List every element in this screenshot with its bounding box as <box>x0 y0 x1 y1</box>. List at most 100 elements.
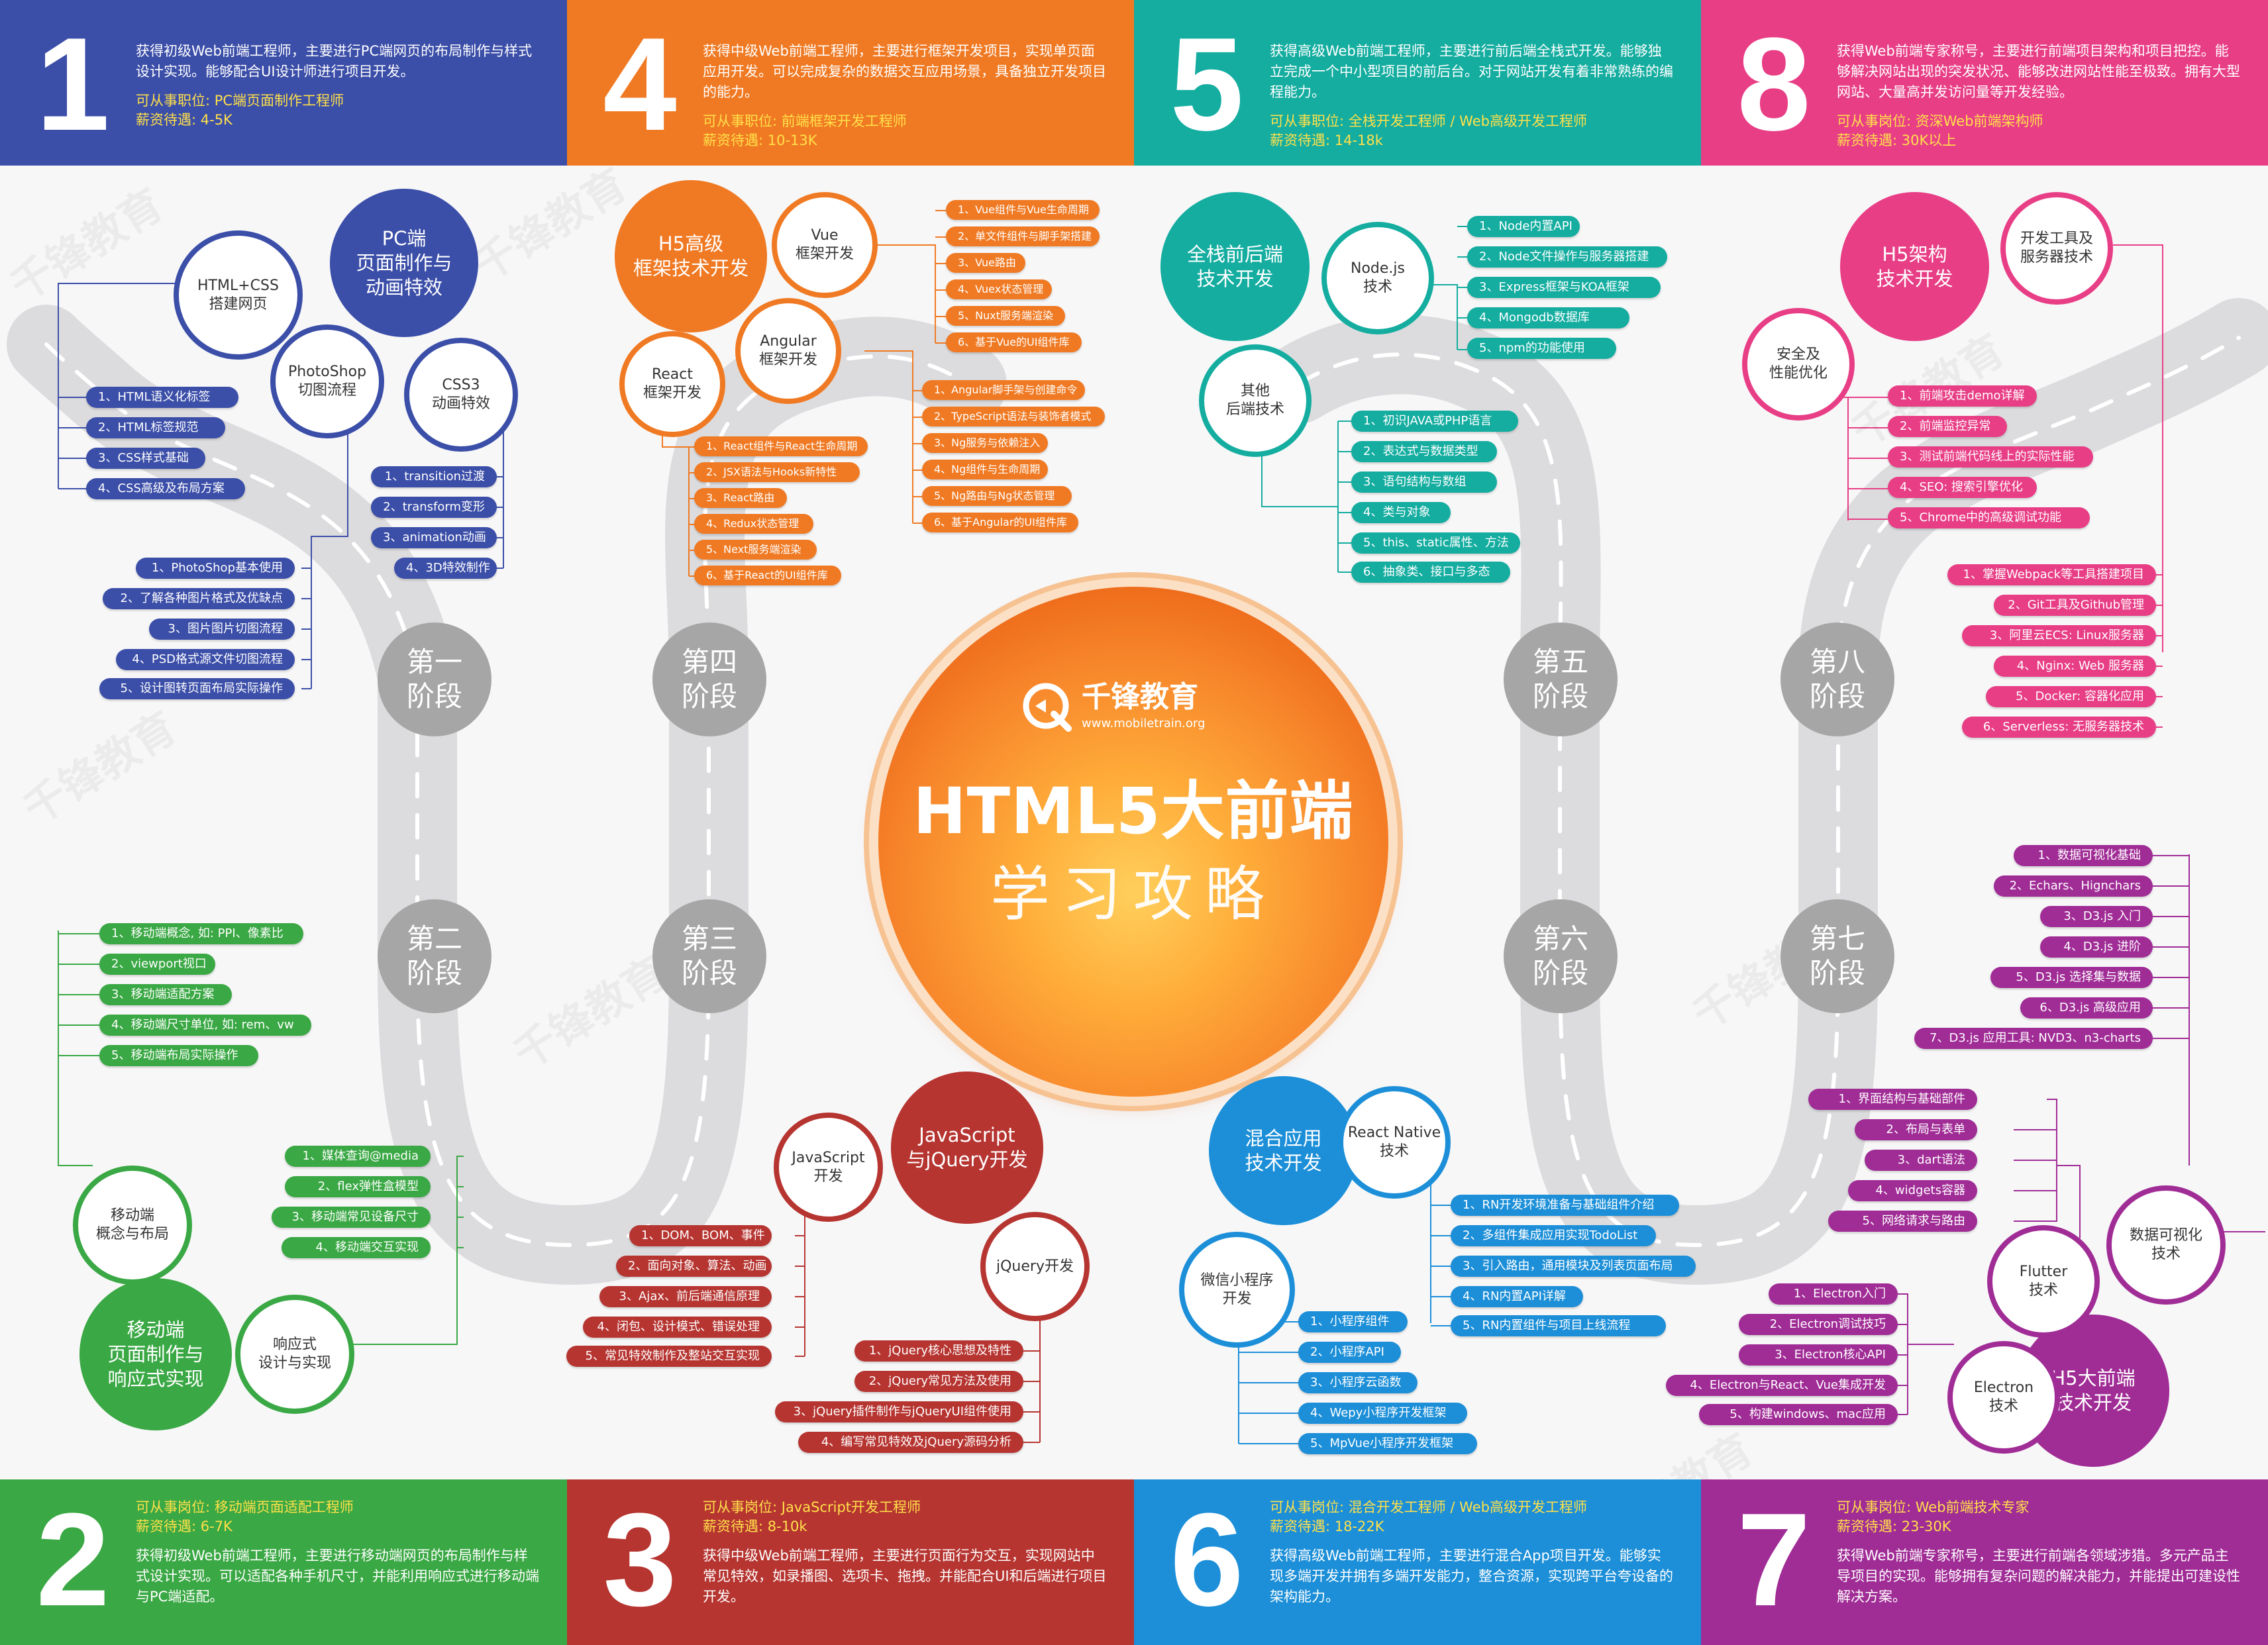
list-item: 2、Echars、Hignchars <box>1994 875 2153 897</box>
list-item: 2、布局与表单 <box>1855 1119 1977 1140</box>
g3-javascript-topic: JavaScript 开发 <box>774 1113 883 1222</box>
list-item: 3、React路由 <box>694 488 787 508</box>
list-item: 5、网络请求与路由 <box>1828 1211 1977 1232</box>
list-item: 3、Vue路由 <box>946 253 1025 273</box>
list-item: 3、Ng服务与依赖注入 <box>922 433 1048 453</box>
panel-job: 可从事职位: PC端页面制作工程师 <box>136 93 344 109</box>
panel-description: 获得中级Web前端工程师，主要进行页面行为交互，实现网站中常见特效，如录播图、选… <box>703 1548 1107 1605</box>
panel-description: 获得Web前端专家称号，主要进行前端各领域涉猎。多元产品主导项目的实现。能够拥有… <box>1837 1548 2240 1605</box>
list-item: 4、移动端尺寸单位, 如: rem、vw <box>99 1015 311 1036</box>
center-title-badge: 千锋教育 www.mobiletrain.org HTML5大前端 学习攻略 <box>878 587 1388 1097</box>
list-item: 2、Node文件操作与服务器搭建 <box>1467 246 1667 268</box>
list-item: 3、Electron核心API <box>1739 1344 1898 1366</box>
list-item: 1、HTML语义化标签 <box>86 387 238 408</box>
list-item: 3、语句结构与数组 <box>1351 472 1497 493</box>
g6-main-topic: 混合应用 技术开发 <box>1209 1076 1358 1225</box>
list-item: 1、掌握Webpack等工具搭建项目 <box>1947 564 2156 585</box>
panel-job: 可从事岗位: 混合开发工程师 / Web高级开发工程师 <box>1270 1499 1587 1515</box>
panel-job: 可从事职位: 全栈开发工程师 / Web高级开发工程师 <box>1270 113 1587 129</box>
list-item: 6、Serverless: 无服务器技术 <box>1962 717 2156 738</box>
list-item: 1、transition过渡 <box>371 466 497 487</box>
list-item: 7、D3.js 应用工具: NVD3、n3-charts <box>1914 1028 2153 1049</box>
list-item: 4、CSS高级及布局方案 <box>86 478 245 499</box>
panel-salary: 薪资待遇: 30K以上 <box>1837 132 1957 148</box>
list-item: 2、transform变形 <box>371 497 497 518</box>
panel-salary: 薪资待遇: 4-5K <box>136 112 232 128</box>
panel-job: 可从事岗位: 资深Web前端架构师 <box>1837 113 2043 129</box>
list-item: 1、媒体查询@media <box>285 1146 431 1167</box>
list-item: 4、PSD格式源文件切图流程 <box>116 649 295 670</box>
list-item: 6、基于Angular的UI组件库 <box>922 513 1078 532</box>
list-item: 3、引入路由，通用模块及列表页面布局 <box>1451 1256 1696 1277</box>
brand-name: 千锋教育 <box>1082 680 1198 714</box>
main-subtitle: 学习攻略 <box>990 860 1276 929</box>
list-item: 6、抽象类、接口与多态 <box>1351 562 1510 583</box>
list-item: 5、常见特效制作及整站交互实现 <box>566 1346 772 1367</box>
list-item: 4、D3.js 进阶 <box>2040 936 2153 958</box>
list-item: 2、jQuery常见方法及使用 <box>854 1371 1023 1392</box>
panel-stage-1: 1 获得初级Web前端工程师，主要进行PC端网页的布局制作与样式设计实现。能够配… <box>0 0 567 166</box>
list-item: 5、Docker: 容器化应用 <box>1986 686 2156 707</box>
list-item: 5、Nuxt服务端渲染 <box>946 306 1065 326</box>
list-item: 5、构建windows、mac应用 <box>1699 1404 1898 1425</box>
panel-number: 8 <box>1737 11 1811 158</box>
list-item: 1、Node内置API <box>1467 216 1580 237</box>
g2-mobile-topic: 移动端 概念与布局 <box>73 1166 192 1285</box>
brand-logo: 千锋教育 www.mobiletrain.org <box>1021 679 1259 739</box>
g1-main-topic: PC端 页面制作与 动画特效 <box>330 189 478 337</box>
panel-salary: 薪资待遇: 10-13K <box>703 132 817 148</box>
panel-stage-3: 3 可从事岗位: JavaScript开发工程师 薪资待遇: 8-10k 获得中… <box>567 1479 1134 1645</box>
panel-stage-2: 2 可从事岗位: 移动端页面适配工程师 薪资待遇: 6-7K 获得初级Web前端… <box>0 1479 567 1645</box>
list-item: 4、Electron与React、Vue集成开发 <box>1666 1375 1898 1396</box>
g4-vue-topic: Vue 框架开发 <box>772 192 878 298</box>
g8-tools-topic: 开发工具及 服务器技术 <box>2000 192 2113 305</box>
list-item: 4、Mongodb数据库 <box>1467 307 1629 328</box>
g5-main-topic: 全栈前后端 技术开发 <box>1160 192 1310 341</box>
g7-visualization-topic: 数据可视化 技术 <box>2106 1185 2226 1305</box>
panel-stage-7: 7 可从事岗位: Web前端技术专家 薪资待遇: 23-30K 获得Web前端专… <box>1701 1479 2268 1645</box>
panel-number: 3 <box>603 1486 677 1634</box>
list-item: 3、小程序云函数 <box>1298 1372 1418 1393</box>
list-item: 3、D3.js 入门 <box>2040 906 2153 927</box>
panel-number: 5 <box>1170 11 1244 158</box>
list-item: 3、移动端常见设备尺寸 <box>272 1207 431 1228</box>
panel-salary: 薪资待遇: 6-7K <box>136 1519 232 1534</box>
list-item: 5、移动端布局实际操作 <box>99 1045 258 1066</box>
g7-electron-topic: Electron 技术 <box>1947 1341 2060 1454</box>
list-item: 3、阿里云ECS: Linux服务器 <box>1962 625 2156 646</box>
panel-salary: 薪资待遇: 8-10k <box>703 1519 807 1534</box>
panel-salary: 薪资待遇: 14-18k <box>1270 132 1383 148</box>
panel-description: 获得初级Web前端工程师，主要进行PC端网页的布局制作与样式设计实现。能够配合U… <box>136 43 533 79</box>
stage-marker-8: 第八 阶段 <box>1780 623 1894 736</box>
list-item: 1、移动端概念, 如: PPI、像素比 <box>99 923 303 944</box>
g1-css3-topic: CSS3 动画特效 <box>404 338 518 452</box>
list-item: 5、this、static属性、方法 <box>1351 532 1520 554</box>
list-item: 2、flex弹性盒模型 <box>285 1176 431 1197</box>
list-item: 4、Nginx: Web 服务器 <box>1994 656 2156 677</box>
panel-number: 7 <box>1737 1486 1811 1634</box>
panel-salary: 薪资待遇: 23-30K <box>1837 1519 1951 1534</box>
stage-marker-5: 第五 阶段 <box>1504 623 1618 736</box>
list-item: 1、DOM、BOM、事件 <box>629 1225 772 1246</box>
panel-description: 获得高级Web前端工程师，主要进行混合App项目开发。能够实现多端开发并拥有多端… <box>1270 1548 1673 1605</box>
panel-stage-4: 4 获得中级Web前端工程师，主要进行框架开发项目，实现单页面应用开发。可以完成… <box>567 0 1134 166</box>
list-item: 4、Redux状态管理 <box>694 514 813 534</box>
stage-marker-1: 第一 阶段 <box>378 623 491 736</box>
list-item: 3、移动端适配方案 <box>99 984 232 1005</box>
list-item: 4、Ng组件与生命周期 <box>922 460 1048 479</box>
panel-job: 可从事职位: 前端框架开发工程师 <box>703 113 907 129</box>
g5-node-topic: Node.js 技术 <box>1321 222 1434 334</box>
g6-react-native-topic: React Native 技术 <box>1338 1086 1451 1199</box>
list-item: 3、CSS样式基础 <box>86 448 205 469</box>
panel-description: 获得Web前端专家称号，主要进行前端项目架构和项目把控。能够解决网站出现的突发状… <box>1837 43 2240 100</box>
list-item: 2、前端监控异常 <box>1888 416 2007 437</box>
list-item: 4、闭包、设计模式、错误处理 <box>583 1317 772 1338</box>
list-item: 5、Next服务端渲染 <box>694 540 817 560</box>
list-item: 1、小程序组件 <box>1298 1311 1408 1332</box>
panel-number: 6 <box>1170 1486 1244 1634</box>
main-title: HTML5大前端 <box>913 774 1354 848</box>
panel-number: 4 <box>603 11 677 158</box>
list-item: 1、数据可视化基础 <box>2014 845 2153 866</box>
list-item: 4、移动端交互实现 <box>282 1237 431 1258</box>
g8-security-topic: 安全及 性能优化 <box>1742 308 1855 421</box>
